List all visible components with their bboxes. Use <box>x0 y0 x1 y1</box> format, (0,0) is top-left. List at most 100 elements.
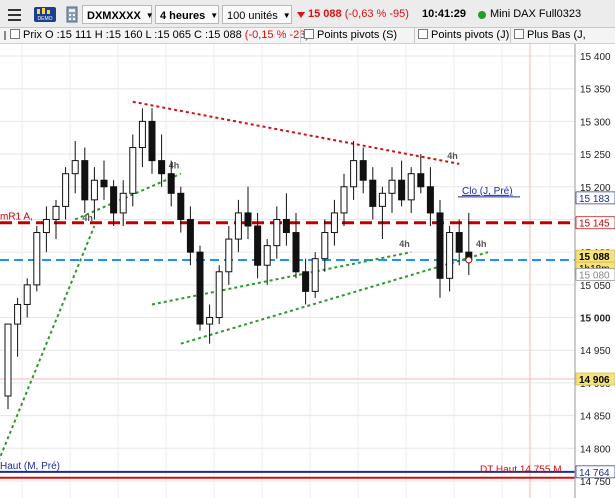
candle <box>417 154 425 194</box>
candle-body <box>52 205 60 220</box>
trendline-label: 4h <box>447 151 458 161</box>
price-direction-indicator <box>296 5 306 24</box>
axis-price-box-label: 15 145 <box>579 219 610 230</box>
chart-labels: mR1 A, Haut (M, Pré) Clo (J, Pré) DT Haut 1… <box>0 186 562 476</box>
quantity-dropdown[interactable]: 100 unités ▼ <box>222 5 292 24</box>
candle <box>186 206 194 266</box>
candle <box>350 141 358 200</box>
candle <box>100 160 108 200</box>
symbol-value: DXMXXXX <box>87 10 141 22</box>
price-change: 15 088 (-0,63 % -95) <box>308 5 416 24</box>
candle-body <box>71 160 79 175</box>
candle-body <box>340 186 348 214</box>
price-axis: 15 40015 35015 30015 25015 20015 15015 1… <box>574 44 615 498</box>
toolbar: DEMO DXMXXXX ▼ 4 heures ▼ 100 unités ▼ 15 0… <box>0 0 615 28</box>
candle <box>378 186 386 240</box>
calculator-icon <box>66 6 78 23</box>
axis-tick-label: 15 350 <box>580 85 611 96</box>
candle-body <box>81 160 89 201</box>
menu-button[interactable] <box>4 5 26 24</box>
demo-badge: DEMO <box>32 5 58 24</box>
candle <box>436 199 444 298</box>
candle <box>398 160 406 207</box>
candle <box>446 226 454 292</box>
symbol-dropdown[interactable]: DXMXXXX ▼ <box>82 5 154 24</box>
checkbox-icon[interactable] <box>418 29 428 39</box>
candle <box>4 323 12 410</box>
indicator-label: Points pivots (J) <box>431 29 510 41</box>
candle <box>302 258 310 305</box>
candle-body <box>186 218 194 253</box>
candle-body <box>100 179 108 188</box>
candle-body <box>177 192 185 220</box>
last-price: 15 088 <box>308 8 342 20</box>
candle-body <box>42 218 50 234</box>
indicator-pivots-s[interactable]: Points pivots (S) <box>300 28 416 43</box>
candle <box>407 167 415 213</box>
info-collapse-button[interactable] <box>2 28 10 43</box>
candle <box>215 265 223 325</box>
checkbox-icon[interactable] <box>304 29 314 39</box>
candle <box>206 304 214 344</box>
candle-body <box>158 160 166 175</box>
dt-haut-annotation: DT Haut 14 755 M <box>480 465 562 476</box>
candle <box>311 252 319 298</box>
price-ohlc: Prix O :15 111 H :15 160 L :15 065 C :15… <box>10 28 309 43</box>
candle-body <box>33 232 41 286</box>
candle <box>455 219 463 266</box>
candle-body <box>311 258 319 292</box>
period-value: 4 heures <box>160 10 206 22</box>
candle-body <box>398 179 406 201</box>
candle <box>14 297 22 357</box>
candle <box>177 186 185 233</box>
trendlines: 4h4h4h4h4h <box>0 100 489 461</box>
candle <box>138 108 146 168</box>
axis-tick-label: 15 400 <box>580 52 611 63</box>
indicator-pivots-j[interactable]: Points pivots (J) <box>414 28 514 43</box>
candle-body <box>129 147 137 194</box>
axis-price-box-label: 14 906 <box>579 375 610 386</box>
candle <box>388 167 396 213</box>
candle-body <box>148 120 156 162</box>
indicator-plus-bas[interactable]: Plus Bas (J, <box>510 28 615 43</box>
checkbox-icon[interactable] <box>10 29 20 39</box>
status-dot-icon <box>478 11 486 19</box>
candles <box>4 108 473 410</box>
candle <box>23 278 31 318</box>
axis-tick-label: 15 000 <box>580 314 611 325</box>
candle-body <box>292 232 300 273</box>
candle-body <box>282 218 290 234</box>
connection-status <box>476 5 488 24</box>
candle <box>148 108 156 174</box>
candle <box>321 219 329 272</box>
period-dropdown[interactable]: 4 heures ▼ <box>155 5 219 24</box>
candle-body <box>436 212 444 279</box>
price-chart[interactable]: 4h4h4h4h4h mR1 A,Haut (M, Pré)Clo (J, Pr… <box>0 44 615 498</box>
instrument-label: Mini DAX Full0323 <box>490 8 582 20</box>
candle <box>369 167 377 220</box>
checkbox-icon[interactable] <box>514 29 524 39</box>
price-change-value: (-0,63 % -95) <box>344 8 409 20</box>
candle-body <box>14 303 22 325</box>
pivot-annotation: Clo (J, Pré) <box>462 186 513 197</box>
candle <box>225 226 233 285</box>
candle-body <box>369 179 377 207</box>
calculator-button[interactable] <box>64 5 80 24</box>
candle-body <box>302 271 310 292</box>
candle-body <box>426 186 434 214</box>
candle-body <box>455 232 463 253</box>
candle-body <box>206 317 214 325</box>
candle <box>52 199 60 240</box>
axis-price-box-label: 15 080 <box>579 270 610 281</box>
quantity-value: 100 unités <box>227 10 278 22</box>
candle-body <box>167 173 175 194</box>
candle-body <box>196 251 204 325</box>
candle-body <box>446 232 454 279</box>
candle <box>273 206 281 259</box>
candle <box>81 147 89 213</box>
candle-body <box>321 232 329 260</box>
candle <box>244 186 252 240</box>
chart-grid <box>0 44 575 498</box>
last-price-marker <box>465 256 473 264</box>
candle-body <box>23 284 31 305</box>
